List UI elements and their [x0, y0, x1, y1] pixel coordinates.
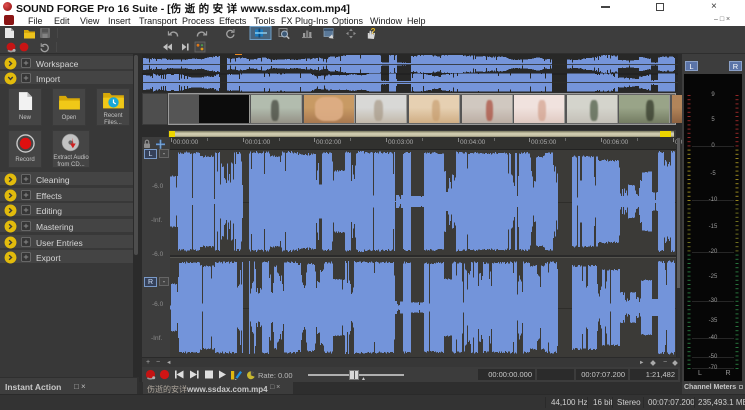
- svg-text:?: ?: [371, 27, 376, 36]
